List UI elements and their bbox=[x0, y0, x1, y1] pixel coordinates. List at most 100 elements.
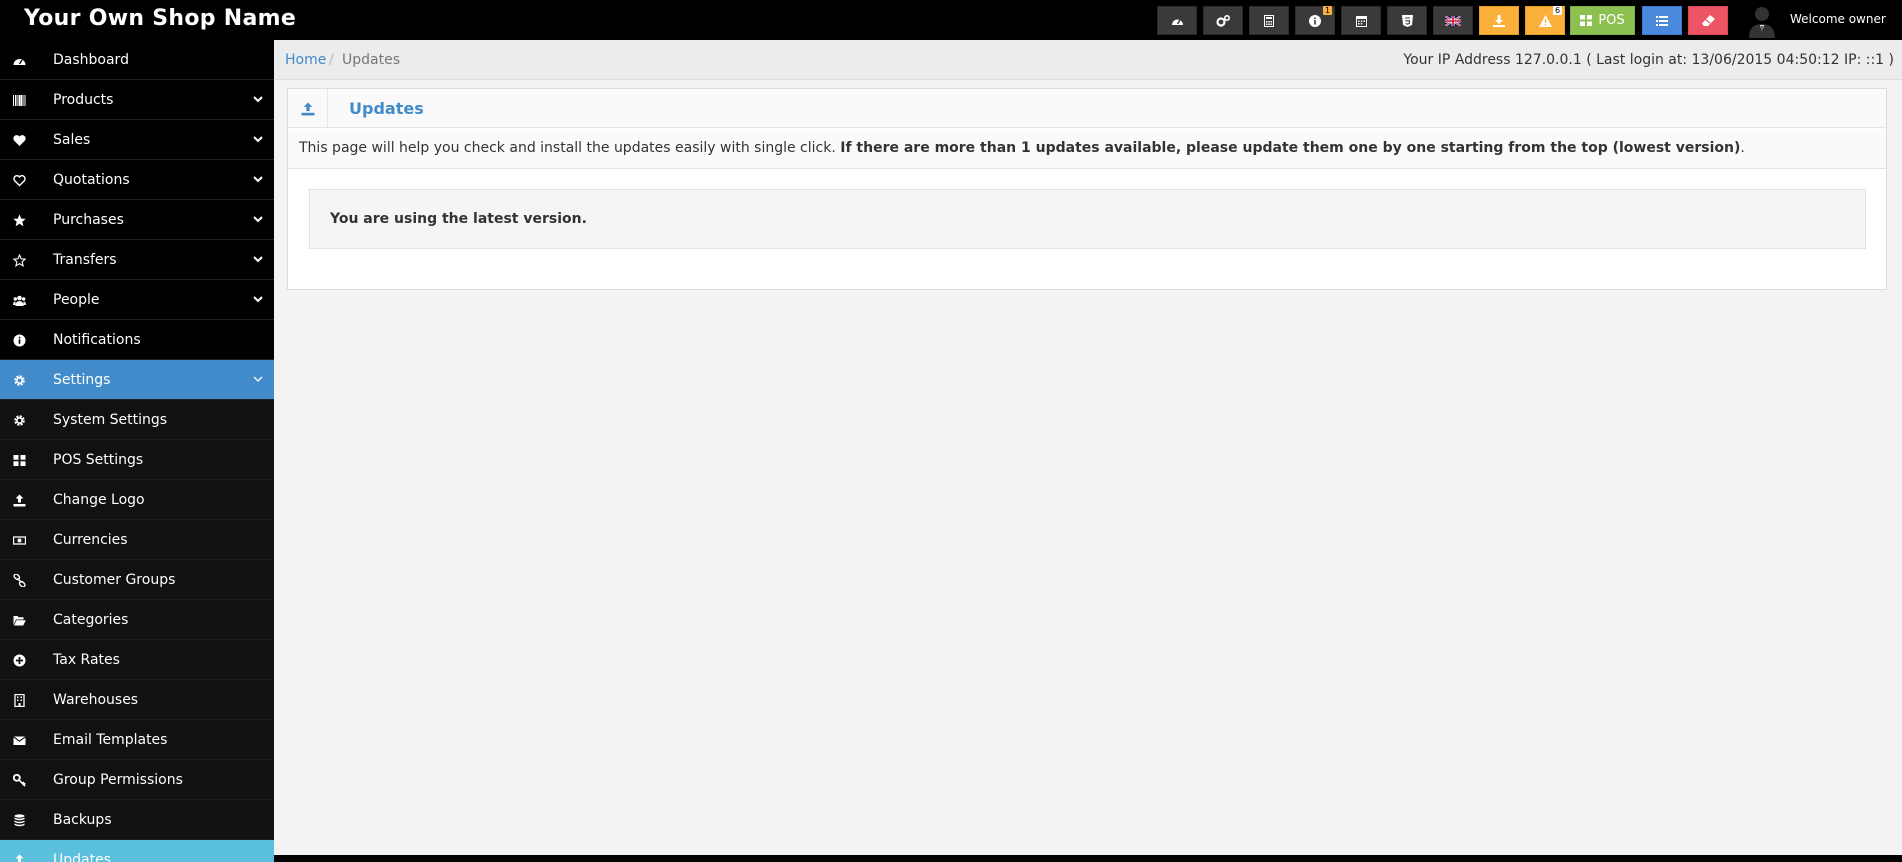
clear-button[interactable] bbox=[1688, 6, 1728, 35]
calendar-icon bbox=[1355, 15, 1367, 27]
sidebar-item-tax-rates[interactable]: Tax Rates bbox=[0, 640, 274, 680]
sidebar-item-label: Email Templates bbox=[53, 732, 168, 748]
pos-label: POS bbox=[1598, 13, 1625, 28]
top-header: Your Own Shop Name 1 6 POS Welcome owner bbox=[0, 0, 1902, 40]
sidebar-item-label: Quotations bbox=[53, 172, 130, 188]
sidebar-item-customer-groups[interactable]: Customer Groups bbox=[0, 560, 274, 600]
sidebar-item-quotations[interactable]: Quotations bbox=[0, 160, 274, 200]
list-button[interactable] bbox=[1642, 6, 1682, 35]
dashboard-icon bbox=[1171, 19, 1183, 25]
sidebar-item-label: Purchases bbox=[53, 212, 124, 228]
sidebar-item-warehouses[interactable]: Warehouses bbox=[0, 680, 274, 720]
download-icon bbox=[1493, 14, 1505, 27]
sidebar-item-updates[interactable]: Updates bbox=[0, 840, 274, 862]
sidebar-item-dashboard[interactable]: Dashboard bbox=[0, 40, 274, 80]
chevron-down-icon bbox=[253, 216, 263, 223]
sidebar-item-purchases[interactable]: Purchases bbox=[0, 200, 274, 240]
sidebar-item-change-logo[interactable]: Change Logo bbox=[0, 480, 274, 520]
sidebar-item-backups[interactable]: Backups bbox=[0, 800, 274, 840]
chevron-down-icon bbox=[253, 296, 263, 303]
sidebar-item-label: People bbox=[53, 292, 100, 308]
settings-button[interactable] bbox=[1203, 6, 1243, 35]
sidebar-item-sales[interactable]: Sales bbox=[0, 120, 274, 160]
chevron-down-icon bbox=[253, 256, 263, 263]
sidebar-item-group-permissions[interactable]: Group Permissions bbox=[0, 760, 274, 800]
sidebar-item-label: Currencies bbox=[53, 532, 128, 548]
star-outline-icon bbox=[13, 254, 26, 267]
chevron-down-icon bbox=[253, 376, 263, 383]
heart-outline-icon bbox=[13, 175, 26, 187]
key-icon bbox=[13, 774, 26, 787]
sidebar-item-label: Warehouses bbox=[53, 692, 139, 708]
sidebar-item-label: Backups bbox=[53, 812, 112, 828]
sidebar-item-currencies[interactable]: Currencies bbox=[0, 520, 274, 560]
sidebar-item-email-templates[interactable]: Email Templates bbox=[0, 720, 274, 760]
panel-icon-button[interactable] bbox=[288, 89, 328, 128]
info-button[interactable]: 1 bbox=[1295, 6, 1335, 35]
chevron-down-icon bbox=[253, 96, 263, 103]
calendar-button[interactable] bbox=[1341, 6, 1381, 35]
chevron-down-icon bbox=[253, 176, 263, 183]
sidebar-item-system-settings[interactable]: System Settings bbox=[0, 400, 274, 440]
sidebar-item-pos-settings[interactable]: POS Settings bbox=[0, 440, 274, 480]
panel-intro-text: This page will help you check and instal… bbox=[288, 129, 1886, 169]
sidebar-item-label: Change Logo bbox=[53, 492, 145, 508]
folder-open-icon bbox=[13, 616, 26, 626]
database-icon bbox=[14, 814, 25, 827]
welcome-text[interactable]: Welcome owner bbox=[1790, 12, 1886, 26]
calculator-button[interactable] bbox=[1249, 6, 1289, 35]
sidebar-item-transfers[interactable]: Transfers bbox=[0, 240, 274, 280]
sidebar-item-categories[interactable]: Categories bbox=[0, 600, 274, 640]
sidebar-item-label: POS Settings bbox=[53, 452, 144, 468]
list-icon bbox=[1656, 15, 1668, 26]
main-content: Home / Updates Your IP Address 127.0.0.1… bbox=[274, 40, 1902, 855]
sidebar: Dashboard Products Sales Quotations Purc… bbox=[0, 40, 274, 862]
breadcrumb-separator: / bbox=[329, 52, 334, 68]
sidebar-item-notifications[interactable]: Notifications bbox=[0, 320, 274, 360]
intro-end: . bbox=[1740, 140, 1745, 156]
dashboard-button[interactable] bbox=[1157, 6, 1197, 35]
heart-icon bbox=[13, 135, 26, 146]
footer-bar bbox=[274, 855, 1902, 862]
ip-address-info: Your IP Address 127.0.0.1 ( Last login a… bbox=[1403, 52, 1894, 68]
info-icon bbox=[13, 334, 26, 347]
dashboard-icon bbox=[13, 59, 26, 65]
sidebar-item-settings[interactable]: Settings bbox=[0, 360, 274, 400]
sidebar-item-label: Products bbox=[53, 92, 114, 108]
updates-download-button[interactable] bbox=[1479, 6, 1519, 35]
breadcrumb-current: Updates bbox=[342, 52, 400, 68]
cog-icon bbox=[14, 375, 25, 386]
sidebar-item-label: Notifications bbox=[53, 332, 141, 348]
th-large-icon bbox=[1580, 15, 1593, 26]
panel-title: Updates bbox=[349, 99, 424, 118]
intro-bold-text: If there are more than 1 updates availab… bbox=[840, 140, 1741, 156]
pos-button[interactable]: POS bbox=[1570, 6, 1635, 35]
users-icon bbox=[13, 295, 26, 306]
sidebar-item-label: Settings bbox=[53, 372, 111, 388]
updates-panel: Updates This page will help you check an… bbox=[287, 88, 1887, 290]
sidebar-item-label: Categories bbox=[53, 612, 129, 628]
sidebar-item-label: Group Permissions bbox=[53, 772, 183, 788]
building-icon bbox=[14, 694, 25, 707]
alerts-button[interactable]: 6 bbox=[1525, 6, 1565, 35]
upload-icon bbox=[301, 102, 314, 115]
barcode-icon bbox=[13, 95, 26, 106]
info-icon bbox=[1309, 14, 1321, 27]
html5-button[interactable] bbox=[1387, 6, 1427, 35]
sidebar-item-people[interactable]: People bbox=[0, 280, 274, 320]
chain-icon bbox=[13, 574, 26, 587]
plus-circle-icon bbox=[13, 654, 26, 667]
cog-icon bbox=[14, 415, 25, 426]
sidebar-item-label: Transfers bbox=[53, 252, 117, 268]
envelope-icon bbox=[13, 736, 26, 745]
language-button[interactable] bbox=[1433, 6, 1473, 35]
uk-flag-icon bbox=[1445, 15, 1461, 26]
panel-header: Updates bbox=[288, 89, 1886, 128]
user-avatar[interactable] bbox=[1744, 2, 1780, 38]
info-count-badge: 1 bbox=[1323, 6, 1332, 15]
html5-icon bbox=[1401, 14, 1413, 27]
breadcrumb-home-link[interactable]: Home bbox=[285, 52, 326, 68]
sidebar-item-products[interactable]: Products bbox=[0, 80, 274, 120]
shop-brand[interactable]: Your Own Shop Name bbox=[24, 5, 296, 33]
cogs-icon bbox=[1216, 14, 1230, 27]
